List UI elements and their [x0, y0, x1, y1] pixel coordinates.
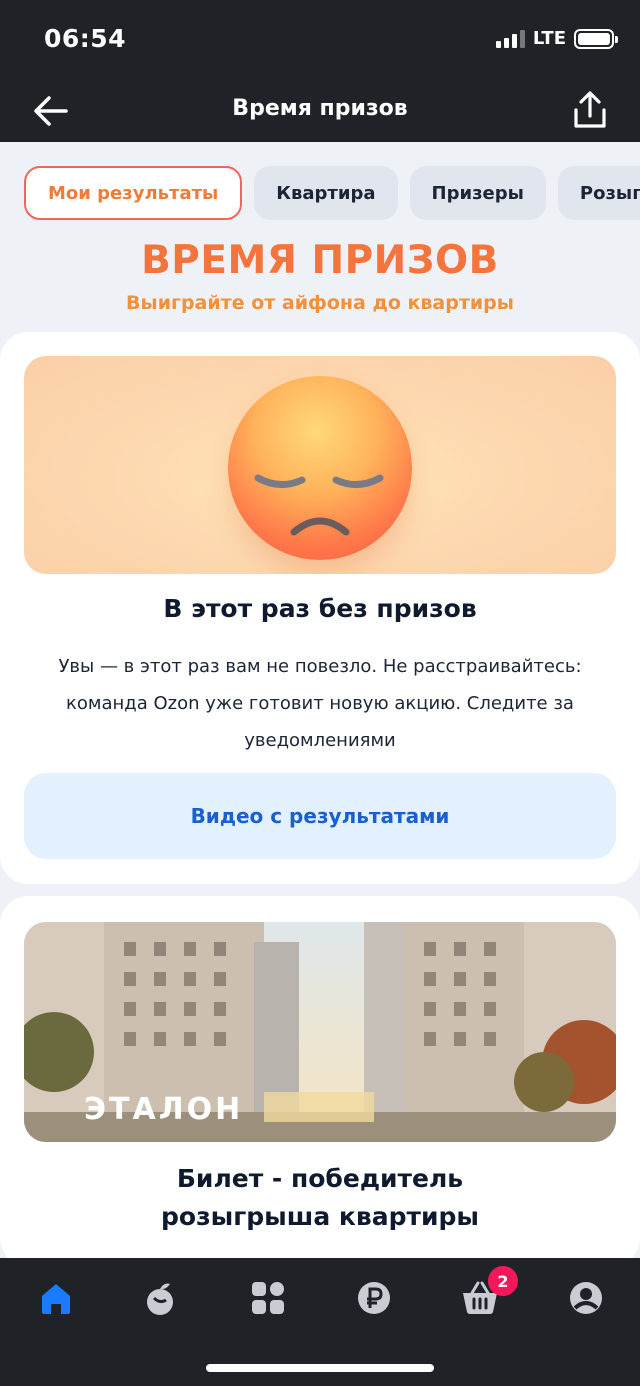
fresh-icon	[147, 1283, 173, 1315]
nav-profile[interactable]	[566, 1278, 606, 1318]
result-text: Увы — в этот раз вам не повезло. Не расс…	[58, 656, 582, 751]
sad-face-icon	[228, 376, 412, 560]
apartment-title-line1: Билет - победитель	[176, 1164, 464, 1193]
app-header: Время призов	[0, 80, 640, 142]
tab-winners[interactable]: Призеры	[409, 166, 546, 220]
status-bar: 06:54 LTE	[0, 0, 640, 80]
cart-badge: 2	[488, 1266, 518, 1296]
result-card: В этот раз без призов Увы — в этот раз в…	[0, 332, 640, 884]
ruble-icon	[358, 1282, 390, 1314]
nav-fresh[interactable]	[140, 1278, 180, 1318]
nav-home[interactable]	[36, 1278, 76, 1318]
status-indicators: LTE	[495, 28, 618, 49]
tab-bar: Мои результаты Квартира Призеры Розыгры	[24, 166, 640, 222]
network-label: LTE	[532, 28, 566, 49]
apartment-title: Билет - победитель розыгрыша квартиры	[0, 1160, 640, 1236]
emoji-banner	[24, 356, 616, 574]
result-title: В этот раз без призов	[163, 594, 477, 623]
apartment-brand-logo: ЭТАЛОН	[84, 1092, 244, 1127]
tab-apartment[interactable]: Квартира	[254, 166, 398, 220]
apartment-image: ЭТАЛОН	[24, 922, 616, 1142]
share-icon	[574, 91, 606, 128]
signal-icon	[495, 29, 525, 48]
video-results-button[interactable]: Видео с результатами	[24, 773, 616, 859]
share-button[interactable]	[572, 90, 608, 130]
promo-subtitle: Выиграйте от айфона до квартиры	[126, 292, 514, 314]
apartment-card[interactable]: ЭТАЛОН Билет - победитель розыгрыша квар…	[0, 896, 640, 1266]
catalog-icon	[252, 1282, 284, 1314]
battery-icon	[574, 28, 618, 49]
status-time: 06:54	[44, 24, 127, 53]
profile-icon	[570, 1282, 602, 1314]
nav-finance[interactable]	[354, 1278, 394, 1318]
tab-my-results[interactable]: Мои результаты	[24, 166, 243, 220]
page-title: Время призов	[232, 96, 408, 121]
promo-title: ВРЕМЯ ПРИЗОВ	[141, 238, 499, 283]
home-icon	[42, 1284, 70, 1314]
home-indicator[interactable]	[206, 1364, 434, 1372]
apartment-title-line2: розыгрыша квартиры	[161, 1202, 479, 1231]
tab-draws[interactable]: Розыгры	[557, 166, 640, 220]
nav-catalog[interactable]	[248, 1278, 288, 1318]
